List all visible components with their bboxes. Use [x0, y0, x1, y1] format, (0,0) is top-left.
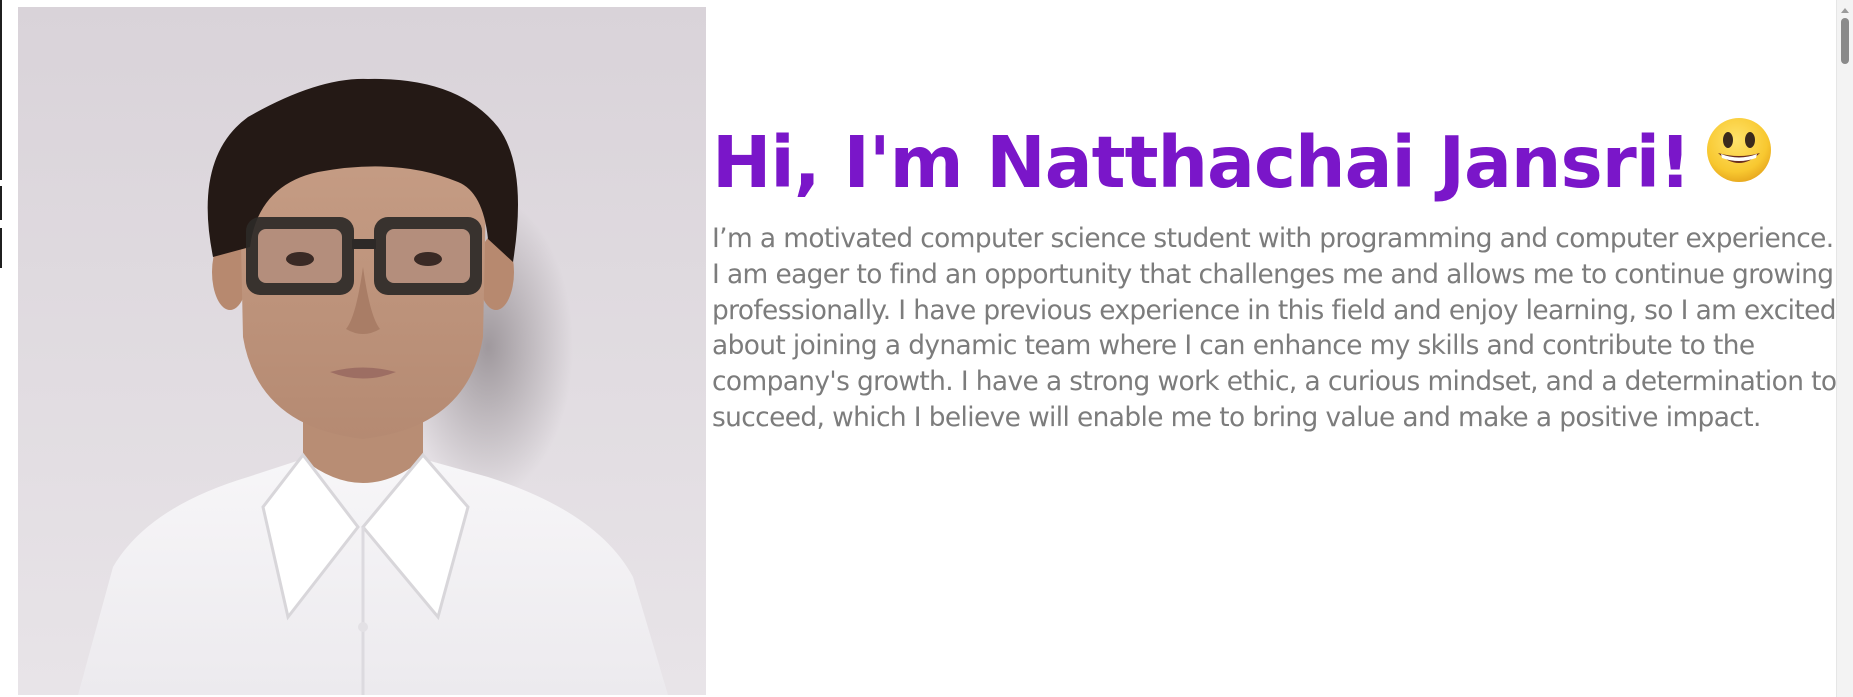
profile-photo: [18, 7, 706, 695]
page-title: Hi, I'm Natthachai Jansri!: [712, 117, 1852, 209]
window-edge-notch: [0, 228, 2, 268]
grinning-face-icon: [1704, 115, 1774, 207]
window-edge-notch: [0, 186, 2, 220]
vertical-scrollbar[interactable]: [1836, 0, 1853, 697]
intro: Hi, I'm Natthachai Jansri! I’m a motivat…: [712, 117, 1852, 436]
greeting-text: Hi, I'm Natthachai Jansri!: [712, 121, 1691, 204]
scroll-thumb[interactable]: [1841, 18, 1849, 64]
page: Hi, I'm Natthachai Jansri! I’m a motivat…: [0, 0, 1853, 697]
window-edge: [0, 0, 2, 180]
hero-section: Hi, I'm Natthachai Jansri! I’m a motivat…: [18, 7, 1837, 695]
scroll-up-arrow-icon[interactable]: [1841, 8, 1849, 13]
bio-paragraph: I’m a motivated computer science student…: [712, 223, 1837, 433]
profile-photo-drawing: [18, 7, 706, 695]
